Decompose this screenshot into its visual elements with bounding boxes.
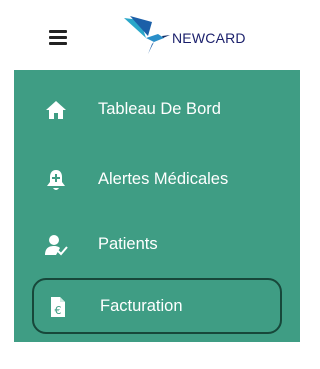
nav-item-facturation[interactable]: € Facturation xyxy=(32,278,282,334)
hamburger-icon[interactable] xyxy=(45,28,73,46)
nav-item-patients[interactable]: Patients xyxy=(14,215,300,275)
nav-label: Patients xyxy=(98,235,158,253)
nav-label: Tableau De Bord xyxy=(98,100,221,118)
hummingbird-logo xyxy=(124,16,170,54)
nav-label: Facturation xyxy=(100,297,183,315)
nav-item-tableau-de-bord[interactable]: Tableau De Bord xyxy=(14,80,300,140)
nav-item-alertes-medicales[interactable]: Alertes Médicales xyxy=(14,150,300,210)
sidebar-header: NEWCARD xyxy=(0,0,300,70)
svg-text:€: € xyxy=(55,304,62,317)
invoice-euro-icon: € xyxy=(51,297,65,317)
brand-name: NEWCARD xyxy=(172,30,246,46)
home-icon xyxy=(46,101,66,119)
patient-check-icon xyxy=(45,235,68,256)
nav-label: Alertes Médicales xyxy=(98,170,229,188)
medical-bell-icon xyxy=(47,170,65,190)
sidebar-nav: Tableau De Bord Alertes Médicales Patien… xyxy=(14,70,300,342)
brand-logo[interactable]: NEWCARD xyxy=(118,12,258,58)
sidebar-footer xyxy=(14,342,300,369)
sidebar: NEWCARD Tableau De Bord Alertes Médicale… xyxy=(0,0,300,369)
